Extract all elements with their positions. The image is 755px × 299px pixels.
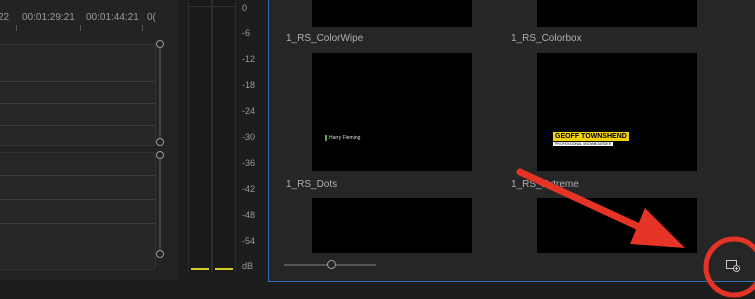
- db-label: -54: [242, 236, 256, 246]
- audio-track-group[interactable]: [0, 152, 156, 270]
- title-accent-bar: [325, 135, 327, 141]
- meter-channel-right: [212, 0, 236, 272]
- track-divider: [0, 81, 156, 82]
- video-tracks[interactable]: [0, 36, 158, 272]
- timecode-label: 0(: [147, 12, 156, 23]
- ruler-tick: [142, 25, 143, 31]
- status-bar: [0, 282, 755, 299]
- clip-thumbnail[interactable]: [312, 0, 472, 27]
- timeline-panel: 22 00:01:29:21 00:01:44:21 0(: [0, 0, 178, 280]
- clip-name[interactable]: 1_RS_Colorbox: [511, 33, 582, 44]
- clip-name[interactable]: 1_RS_ColorWipe: [286, 33, 363, 44]
- ruler-tick: [16, 25, 17, 31]
- track-divider: [0, 223, 156, 224]
- video-track-group[interactable]: [0, 44, 156, 146]
- vertical-scrollbar-top[interactable]: [159, 48, 161, 142]
- clip-thumbnail[interactable]: [537, 0, 697, 27]
- db-label: -48: [242, 210, 256, 220]
- clip-thumbnail-extreme[interactable]: GEOFF TOWNSHEND PROFESSIONAL SNOWBOARDER: [537, 53, 697, 171]
- timecode-label: 00:01:44:21: [86, 12, 139, 23]
- project-panel[interactable]: 1_RS_ColorWipe 1_RS_Colorbox Harry Flemi…: [268, 0, 755, 282]
- scroll-handle[interactable]: [156, 40, 164, 48]
- db-label: -42: [242, 184, 256, 194]
- clip-thumbnail[interactable]: [312, 198, 472, 253]
- scroll-handle[interactable]: [156, 138, 164, 146]
- clip-name[interactable]: 1_RS_Extreme: [511, 179, 579, 190]
- clip-thumbnail[interactable]: [537, 198, 697, 253]
- scroll-handle[interactable]: [156, 250, 164, 258]
- track-divider: [0, 199, 156, 200]
- scroll-handle[interactable]: [156, 151, 164, 159]
- db-label: -24: [242, 106, 256, 116]
- time-ruler[interactable]: 22 00:01:29:21 00:01:44:21 0(: [0, 0, 178, 36]
- meter-peak-line: [213, 6, 235, 7]
- db-label: 0: [242, 3, 248, 13]
- title-preview-name: GEOFF TOWNSHEND: [553, 132, 629, 141]
- db-label: -36: [242, 158, 256, 168]
- timecode-label: 22: [0, 12, 10, 23]
- db-label: -12: [242, 54, 256, 64]
- track-divider: [0, 125, 156, 126]
- db-label: -6: [242, 28, 251, 38]
- timecode-label: 00:01:29:21: [22, 12, 75, 23]
- audio-meter: 0 -6 -12 -18 -24 -30 -36 -42 -48 -54 dB: [178, 0, 262, 280]
- meter-level: [191, 268, 209, 270]
- title-preview-text: Harry Fleming: [329, 135, 361, 141]
- track-divider: [0, 175, 156, 176]
- meter-level: [215, 268, 233, 270]
- ruler-tick: [80, 25, 81, 31]
- meter-channel-left: [188, 0, 212, 272]
- zoom-slider-handle[interactable]: [327, 260, 336, 269]
- meter-peak-line: [189, 6, 211, 7]
- clip-name[interactable]: 1_RS_Dots: [286, 179, 337, 190]
- track-divider: [0, 103, 156, 104]
- db-label: -18: [242, 80, 256, 90]
- db-label: -30: [242, 132, 256, 142]
- clip-thumbnail-dots[interactable]: Harry Fleming: [312, 53, 472, 171]
- vertical-scrollbar-bottom[interactable]: [159, 156, 161, 256]
- db-label: dB: [242, 261, 254, 271]
- new-item-icon[interactable]: [726, 260, 740, 272]
- title-preview-subtitle: PROFESSIONAL SNOWBOARDER: [553, 142, 614, 146]
